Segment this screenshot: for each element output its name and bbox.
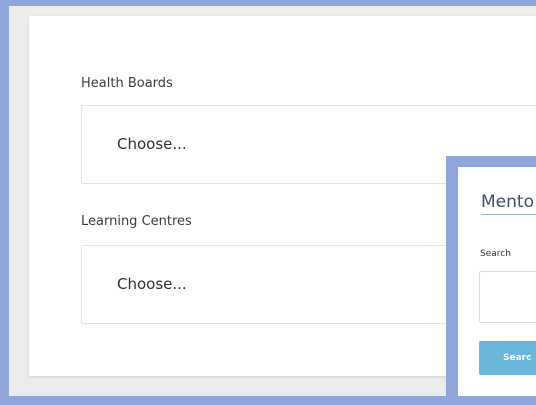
search-input[interactable]: [479, 271, 536, 323]
mentor-title-underline: [481, 214, 536, 215]
window-frame: Health Boards Choose... Learning Centres…: [0, 0, 536, 405]
learning-centres-selected-value: Choose...: [117, 275, 187, 293]
learning-centres-label: Learning Centres: [81, 214, 192, 229]
mentor-panel-title: Mento: [481, 192, 534, 212]
health-boards-selected-value: Choose...: [117, 135, 187, 153]
mentor-panel: Mento Search Searc: [458, 167, 536, 405]
search-label: Search: [480, 249, 511, 259]
top-border: [9, 0, 536, 6]
health-boards-label: Health Boards: [81, 76, 173, 91]
bottom-border: [0, 396, 536, 405]
search-button[interactable]: Searc: [479, 341, 536, 375]
